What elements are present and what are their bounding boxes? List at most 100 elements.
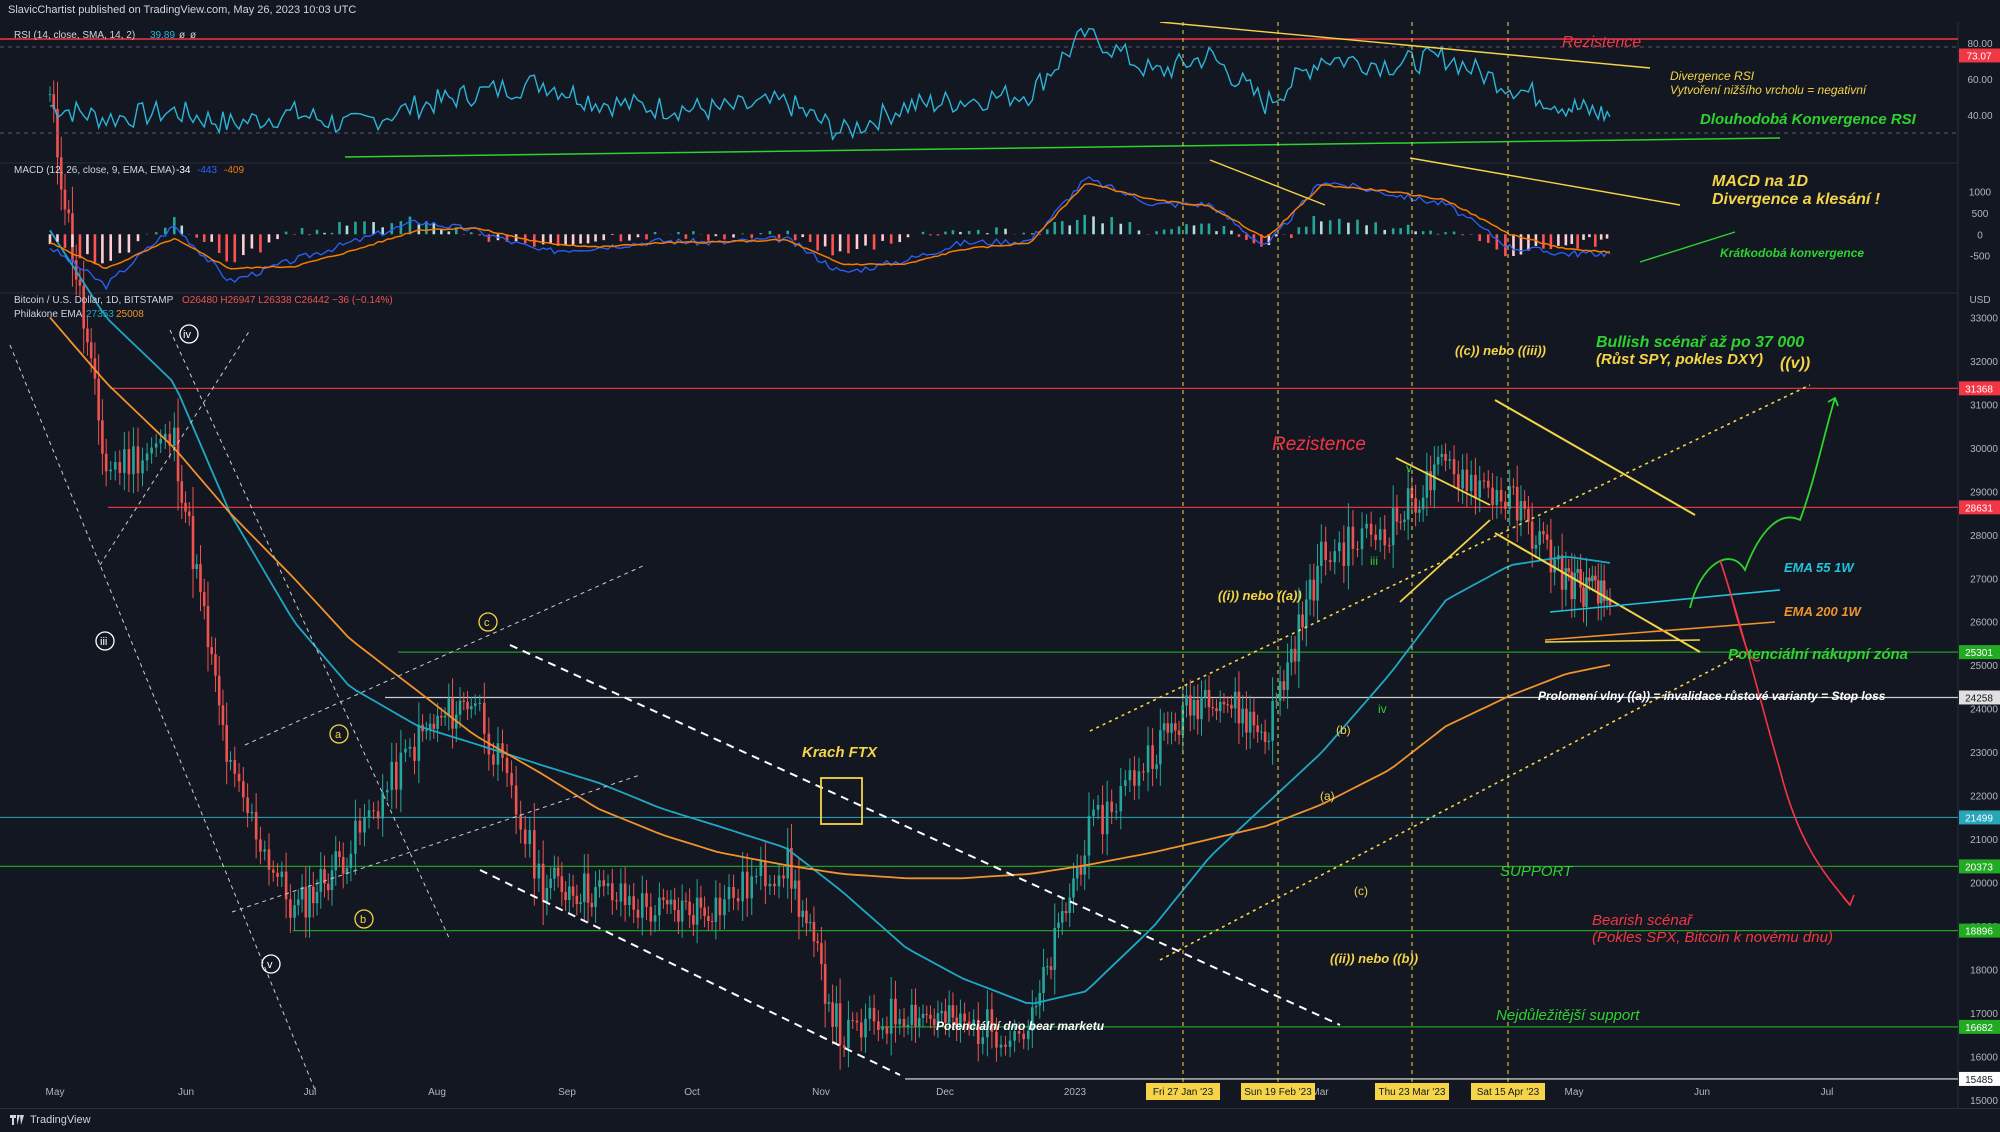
candle-body <box>101 420 104 453</box>
candle-body <box>561 876 564 892</box>
macd-hist-bar <box>778 234 781 238</box>
candle-body <box>451 698 454 728</box>
candle-body <box>835 1003 838 1027</box>
candle-body <box>1496 490 1499 505</box>
candle-body <box>624 883 627 905</box>
candle-body <box>890 999 893 1034</box>
candle-body <box>1568 568 1571 572</box>
macd-hist-bar <box>1565 234 1568 245</box>
macd-hist-bar <box>1092 216 1095 234</box>
candle-body <box>1333 551 1336 562</box>
candle-body <box>940 1011 943 1013</box>
macd-hist-bar <box>1215 231 1218 234</box>
macd-hist-bar <box>1582 234 1585 240</box>
macd-hist-bar <box>847 234 850 253</box>
candle-body <box>1230 705 1233 709</box>
macd-hist-bar <box>1223 226 1226 234</box>
candle-body <box>146 453 149 460</box>
wave-iv-right: iv <box>1378 702 1387 716</box>
candle-body <box>1264 732 1267 742</box>
candle-body <box>1115 811 1118 812</box>
footer-brand[interactable]: TradingView <box>30 1114 91 1126</box>
macd-hist-bar <box>1230 231 1233 235</box>
rsi-convergence-label: Dlouhodobá Konvergence RSI <box>1700 111 1917 128</box>
candle-body <box>214 654 217 676</box>
bullish-label-1: Bullish scénař až po 37 000 <box>1596 334 1804 351</box>
candle-body <box>707 916 710 921</box>
candle-body <box>327 884 330 890</box>
candle-body <box>1189 695 1192 715</box>
candle-body <box>1535 545 1538 549</box>
candle-body <box>952 1005 955 1017</box>
candle-body <box>199 564 202 592</box>
candle-body <box>1365 524 1368 529</box>
price-tick-2: 31000 <box>1970 400 1998 411</box>
candle-body <box>319 869 322 892</box>
candle-body <box>1531 521 1534 548</box>
macd-hist-bar <box>1238 234 1241 237</box>
candle-body <box>860 1022 863 1037</box>
macd-tick-1: 500 <box>1972 209 1989 220</box>
candle-body <box>436 716 439 729</box>
candle-body <box>1061 911 1064 923</box>
macd-hist-bar <box>409 217 412 235</box>
chart-svg[interactable]: 3300032000310003000029000280002700026000… <box>0 0 2000 1131</box>
macd-hist-bar <box>1083 215 1086 234</box>
candle-body <box>816 941 819 943</box>
ftx-label: Krach FTX <box>802 744 878 761</box>
macd-hist-bar <box>1208 223 1211 234</box>
candle-body <box>395 762 398 790</box>
macd-hist-bar <box>276 234 279 239</box>
price-tick-4: 29000 <box>1970 487 1998 498</box>
candle-body <box>433 724 436 729</box>
candle-body <box>334 851 337 870</box>
candle-body <box>711 921 714 922</box>
macd-hist-bar <box>86 234 89 254</box>
candle-body <box>778 875 781 886</box>
rsi-legend-v2: ø <box>179 30 185 41</box>
macd-hist-bar <box>786 231 789 235</box>
price-level-text-5: 20373 <box>1965 862 1993 873</box>
candle-body <box>510 773 513 785</box>
candle-body <box>1038 993 1041 1006</box>
candle-body <box>1223 702 1226 704</box>
candle-body <box>528 830 531 844</box>
macd-hist-bar <box>1461 234 1464 235</box>
candle-body <box>746 872 749 899</box>
candle-body <box>602 880 605 886</box>
candle-body <box>515 785 518 814</box>
candle-body <box>1286 662 1289 690</box>
candle-body <box>1226 704 1229 705</box>
rsi-legend: RSI (14, close, SMA, 14, 2) <box>14 30 135 41</box>
macd-hist-bar <box>1383 230 1386 234</box>
candle-body <box>64 190 67 210</box>
candle-body <box>982 1037 985 1044</box>
candle-body <box>856 1021 859 1023</box>
candle-body <box>703 908 706 916</box>
candle-body <box>363 818 366 833</box>
macd-hist-bar <box>1338 219 1341 234</box>
candle-body <box>1004 1045 1007 1047</box>
candle-body <box>1444 454 1447 461</box>
rsi-badge-text: 73.07 <box>1966 51 1991 62</box>
time-label-5: Oct <box>684 1087 700 1098</box>
candle-body <box>851 1020 854 1021</box>
candle-body <box>1396 508 1399 522</box>
ema-legend: Philakone EMA <box>14 309 83 320</box>
macd-hist-bar <box>873 234 876 249</box>
macd-hist-bar <box>1374 222 1377 234</box>
price-level-text-3: 24258 <box>1965 693 1993 704</box>
candle-body <box>1241 709 1244 724</box>
bullish-label-2: (Růst SPY, pokles DXY) <box>1596 351 1763 368</box>
candle-body <box>1178 731 1181 735</box>
wave-paren-a: (a) <box>1320 789 1335 803</box>
candle-body <box>918 1018 921 1026</box>
macd-hist-bar <box>1392 228 1395 234</box>
candle-body <box>1470 475 1473 491</box>
candle-body <box>1388 545 1391 546</box>
candle-body <box>246 797 249 813</box>
candle-body <box>1594 576 1597 581</box>
candle-body <box>425 730 428 731</box>
price-level-text-7: 16682 <box>1965 1023 1993 1034</box>
candle-body <box>444 716 447 718</box>
